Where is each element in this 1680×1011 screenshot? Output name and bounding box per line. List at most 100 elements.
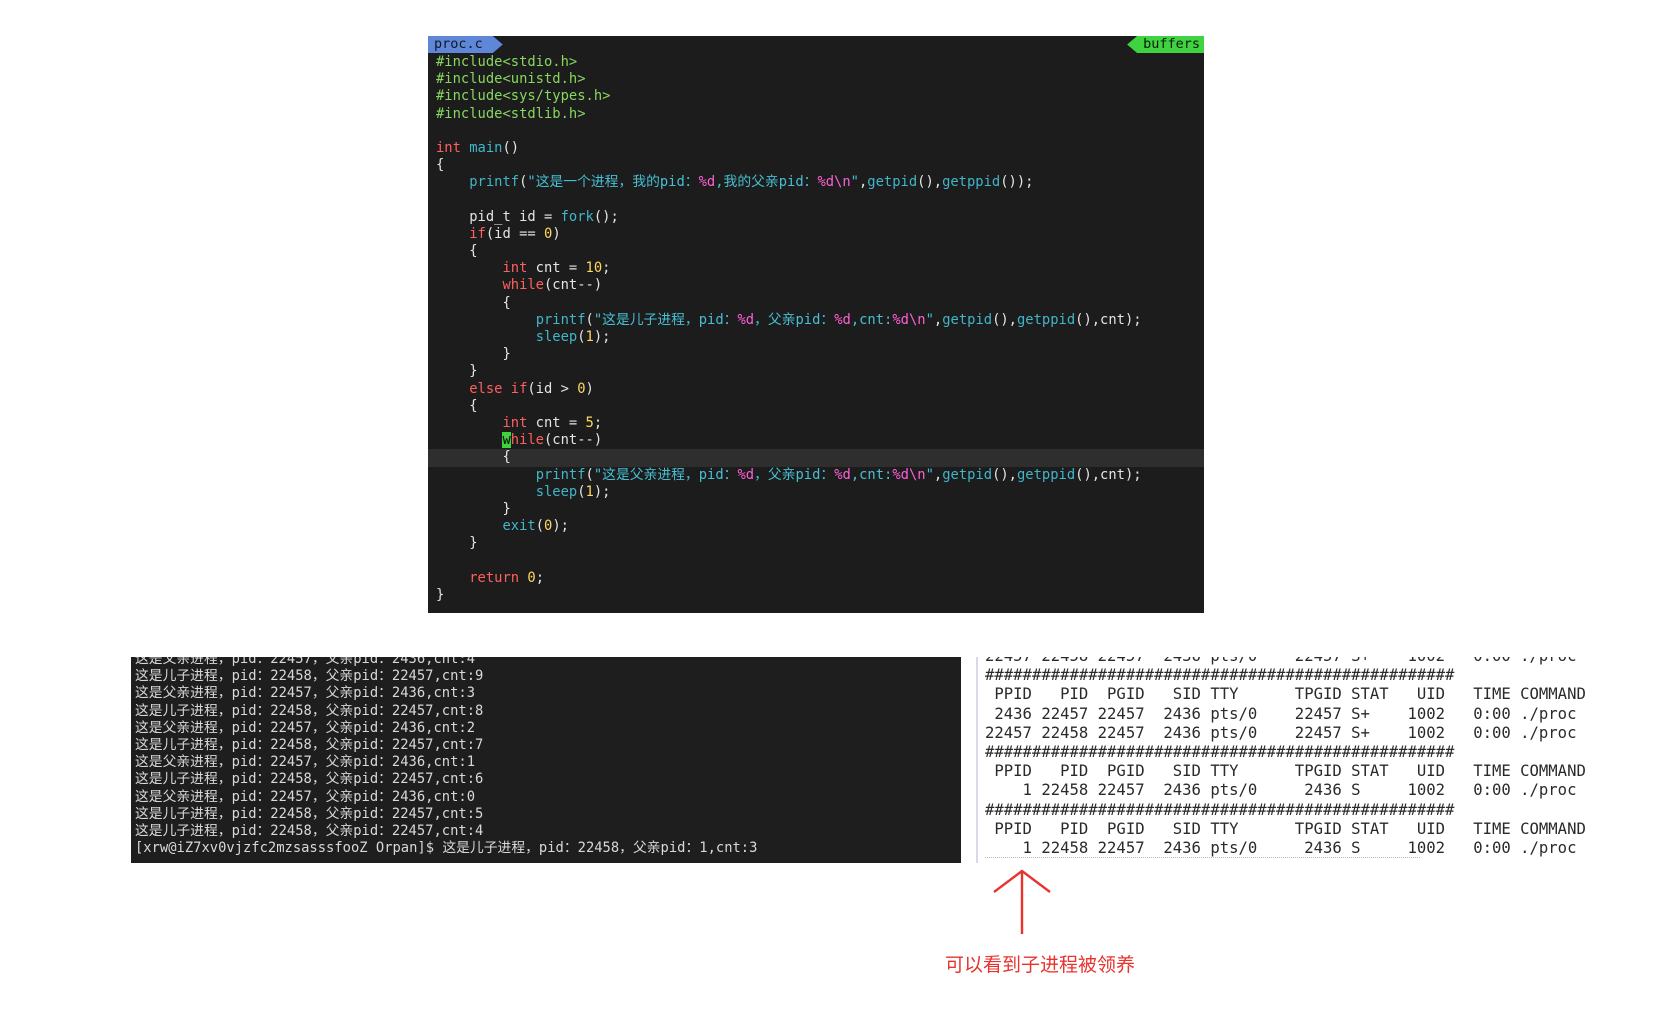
ps-separator: ########################################… — [985, 742, 1455, 761]
code-text: } — [436, 535, 478, 552]
keyword: hile — [510, 432, 544, 449]
terminal-output[interactable]: 这是父亲进程，pid：22457，父亲pid：2436,cnt:4 这是儿子进程，… — [131, 657, 961, 863]
code-text: (id > — [527, 380, 578, 397]
code-line[interactable]: { — [436, 398, 1204, 415]
function-name: getpid — [942, 466, 993, 483]
code-line[interactable] — [436, 192, 1204, 209]
code-line[interactable]: #include<stdio.h> — [436, 54, 1204, 71]
number-literal: 5 — [585, 414, 594, 431]
string-literal: "这是父亲进程，pid： — [593, 466, 738, 483]
code-text: (cnt--) — [544, 277, 603, 294]
terminal-output-line: 这是儿子进程，pid：22458，父亲pid：22457,cnt:8 — [135, 702, 484, 719]
code-text: ( — [577, 329, 586, 345]
string-literal: ,我的父亲pid： — [715, 174, 818, 191]
code-line[interactable]: #include<unistd.h> — [436, 71, 1204, 88]
code-line-current[interactable]: { — [428, 449, 1204, 467]
terminal-output-line: 这是儿子进程，pid：22458，父亲pid：22457,cnt:9 — [135, 668, 484, 685]
code-line[interactable]: { — [436, 243, 1204, 260]
terminal-output-line: 这是儿子进程，pid：22458，父亲pid：22457,cnt:4 — [135, 822, 484, 839]
code-line[interactable]: int main() — [436, 140, 1204, 157]
code-line[interactable]: pid_t id = fork(); — [436, 209, 1204, 226]
code-line[interactable]: #include<sys/types.h> — [436, 88, 1204, 105]
code-line[interactable]: { — [436, 157, 1204, 174]
red-arrow-up-icon — [993, 869, 1051, 934]
code-text: pid_t id = — [436, 208, 561, 225]
ps-header-row: PPID PID PGID SID TTY TPGID STAT UID TIM… — [985, 685, 1586, 704]
terminal-output-line: 这是父亲进程，pid：22457，父亲pid：2436,cnt:0 — [135, 788, 475, 805]
code-text: cnt = — [527, 414, 586, 431]
code-text: ( — [585, 466, 594, 483]
tab-proc-c[interactable]: proc.c — [428, 36, 503, 53]
function-name: getpid — [942, 311, 993, 328]
format-specifier: %d — [737, 311, 755, 328]
keyword: int — [502, 414, 528, 431]
code-line[interactable]: int cnt = 10; — [436, 260, 1204, 277]
terminal-prompt-line: [xrw@iZ7xv0vjzfc2mzsasssfooZ Orpan]$ 这是儿… — [135, 840, 758, 857]
code-line[interactable]: printf("这是儿子进程，pid：%d，父亲pid：%d,cnt:%d\n"… — [436, 312, 1204, 329]
function-name: printf — [535, 311, 586, 328]
code-line[interactable]: exit(0); — [436, 518, 1204, 535]
code-text: ; — [535, 569, 545, 586]
number-literal: 0 — [577, 380, 586, 397]
code-line[interactable]: while(cnt--) — [436, 277, 1204, 294]
code-line[interactable]: sleep(1); — [436, 484, 1204, 501]
code-text: (), — [917, 174, 943, 191]
terminal-output-line: 这是儿子进程，pid：22458，父亲pid：22457,cnt:6 — [135, 771, 484, 788]
ps-separator: ########################################… — [985, 800, 1455, 819]
keyword: else if — [469, 380, 528, 397]
code-text: (), — [992, 466, 1017, 483]
number-literal: 10 — [585, 260, 603, 277]
function-name: getppid — [1016, 311, 1076, 328]
include-directive: #include<stdio.h> — [436, 54, 578, 70]
code-editor[interactable]: proc.c buffers #include<stdio.h> #include… — [428, 36, 1204, 613]
code-text: , — [933, 311, 943, 328]
code-text: } — [436, 500, 511, 517]
string-literal: ，父亲pid： — [754, 311, 835, 328]
include-directive: #include<unistd.h> — [436, 71, 586, 88]
code-line[interactable]: { — [436, 295, 1204, 312]
code-text: } — [436, 363, 478, 380]
text-cursor: w — [502, 432, 511, 449]
code-line[interactable]: #include<stdlib.h> — [436, 106, 1204, 123]
code-text: , — [933, 466, 943, 483]
code-line[interactable]: while(cnt--) — [436, 432, 1204, 449]
code-text: ()); — [1000, 174, 1034, 191]
code-line[interactable] — [436, 123, 1204, 140]
string-literal: ，父亲pid： — [754, 466, 835, 483]
code-line[interactable]: } — [436, 535, 1204, 552]
code-line[interactable]: } — [436, 363, 1204, 380]
format-specifier: %d — [834, 466, 851, 483]
ps-row: 1 22458 22457 2436 pts/0 2436 S 1002 0:0… — [985, 781, 1577, 800]
code-text: (); — [593, 208, 619, 225]
include-directive: #include<stdlib.h> — [436, 105, 586, 122]
code-text: (),cnt); — [1075, 466, 1142, 483]
format-specifier: %d — [737, 466, 755, 483]
code-line[interactable]: sleep(1); — [436, 329, 1204, 346]
code-line[interactable] — [436, 552, 1204, 569]
string-literal: ,cnt: — [850, 466, 893, 483]
code-line[interactable]: } — [436, 346, 1204, 363]
code-text: ); — [593, 329, 611, 345]
code-line[interactable]: else if(id > 0) — [436, 381, 1204, 398]
code-line[interactable]: } — [436, 587, 1204, 604]
include-directive: #include<sys/types.h> — [436, 88, 611, 105]
code-text: } — [436, 346, 511, 363]
format-specifier: %d\n — [892, 311, 926, 328]
code-line[interactable]: return 0; — [436, 570, 1204, 587]
code-area[interactable]: #include<stdio.h> #include<unistd.h> #incl… — [428, 54, 1204, 604]
code-line[interactable]: printf("这是父亲进程，pid：%d，父亲pid：%d,cnt:%d\n"… — [436, 467, 1204, 484]
code-line[interactable]: if(id == 0) — [436, 226, 1204, 243]
code-line[interactable]: } — [436, 501, 1204, 518]
function-name: sleep — [535, 483, 578, 500]
code-line[interactable]: printf("这是一个进程，我的pid：%d,我的父亲pid：%d\n",ge… — [436, 174, 1204, 191]
code-line[interactable]: int cnt = 5; — [436, 415, 1204, 432]
editor-tabline: proc.c buffers — [428, 36, 1204, 53]
terminal-ps-monitor[interactable]: 22457 22458 22457 2436 pts/0 22457 S+ 10… — [976, 657, 1598, 863]
